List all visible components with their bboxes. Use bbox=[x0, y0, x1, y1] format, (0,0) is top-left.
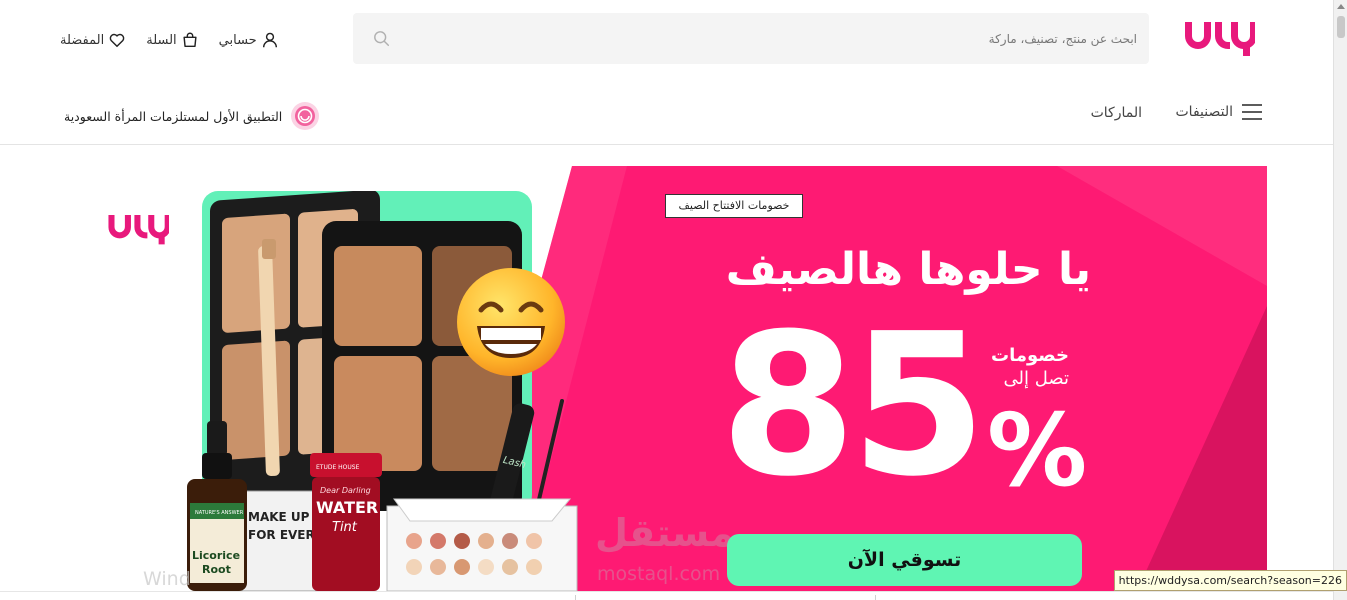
user-icon bbox=[262, 32, 277, 48]
cart-label: السلة bbox=[146, 32, 177, 48]
categories-label: التصنيفات bbox=[1175, 104, 1234, 120]
watermark-latin: mostaql.com bbox=[597, 563, 721, 585]
discount-value: 85 bbox=[720, 292, 987, 520]
account-link[interactable]: حسابي bbox=[219, 28, 279, 52]
account-label: حسابي bbox=[218, 32, 257, 48]
search-icon[interactable] bbox=[373, 30, 391, 48]
scroll-up-arrow-icon[interactable] bbox=[1337, 4, 1345, 9]
discount-line-1: خصومات bbox=[991, 345, 1069, 366]
nav-bar: التصنيفات الماركات التطبيق الأول لمستلزم… bbox=[0, 95, 1333, 135]
browser-status-url: https://wddysa.com/search?season=226 bbox=[1113, 570, 1347, 591]
header-actions: حسابي السلة المفضلة bbox=[60, 28, 279, 52]
grinning-emoji-icon bbox=[457, 268, 565, 376]
section-divider bbox=[875, 595, 876, 600]
scroll-thumb[interactable] bbox=[1337, 16, 1345, 38]
svg-text:NATURE'S ANSWER: NATURE'S ANSWER bbox=[195, 510, 244, 516]
hamburger-menu-icon bbox=[1242, 104, 1262, 120]
heart-icon bbox=[109, 33, 125, 48]
shop-now-button[interactable]: تسوقي الآن bbox=[727, 534, 1082, 586]
svg-text:WATER: WATER bbox=[316, 498, 378, 517]
section-divider bbox=[575, 595, 576, 600]
banner-headline: يا حلوها هالصيف bbox=[725, 244, 1091, 295]
svg-text:Dear Darling: Dear Darling bbox=[320, 486, 371, 495]
water-tint-bottle: ETUDE HOUSE Dear Darling WATER Tint bbox=[310, 453, 382, 591]
next-section-edge bbox=[0, 591, 1333, 600]
hero-banner[interactable]: Lash MAKE UP FOR EVER NATURE'S ANSWER Li… bbox=[57, 166, 1267, 591]
svg-text:Root: Root bbox=[202, 563, 231, 576]
percent-sign: % bbox=[987, 392, 1088, 509]
summer-sale-tag: خصومات الافتتاح الصيف bbox=[665, 194, 803, 218]
banner-logo bbox=[108, 215, 169, 245]
wddy-logo[interactable] bbox=[1181, 16, 1255, 58]
svg-text:Licorice: Licorice bbox=[192, 549, 240, 562]
app-tagline: التطبيق الأول لمستلزمات المرأة السعودية bbox=[64, 101, 320, 131]
eyeshadow-palette bbox=[386, 498, 578, 591]
svg-text:FOR EVER: FOR EVER bbox=[248, 528, 315, 542]
page-scrollbar[interactable] bbox=[1333, 0, 1347, 600]
watermark-arabic: مستقل bbox=[595, 511, 734, 555]
svg-text:ETUDE HOUSE: ETUDE HOUSE bbox=[316, 464, 360, 471]
cart-link[interactable]: السلة bbox=[146, 28, 198, 52]
svg-text:MAKE UP: MAKE UP bbox=[248, 510, 310, 524]
products-collage: Lash MAKE UP FOR EVER NATURE'S ANSWER Li… bbox=[187, 191, 578, 591]
search-bar bbox=[353, 13, 1149, 64]
svg-text:Tint: Tint bbox=[332, 520, 358, 535]
categories-menu[interactable]: التصنيفات bbox=[1176, 103, 1264, 121]
discount-line-2: تصل إلى bbox=[1003, 368, 1069, 389]
brands-link[interactable]: الماركات bbox=[1091, 105, 1142, 121]
tagline-text: التطبيق الأول لمستلزمات المرأة السعودية bbox=[64, 108, 283, 124]
site-header: حسابي السلة المفضلة التصنيفات الماركات bbox=[0, 0, 1333, 145]
discount-label: خصومات تصل إلى bbox=[991, 344, 1069, 390]
favorites-link[interactable]: المفضلة bbox=[60, 28, 126, 52]
windows-activation-ghost-text: Wind bbox=[143, 568, 191, 590]
app-badge-icon bbox=[291, 102, 320, 130]
shopping-bag-icon bbox=[183, 32, 197, 48]
search-input[interactable] bbox=[437, 23, 1137, 54]
favorites-label: المفضلة bbox=[60, 32, 105, 48]
